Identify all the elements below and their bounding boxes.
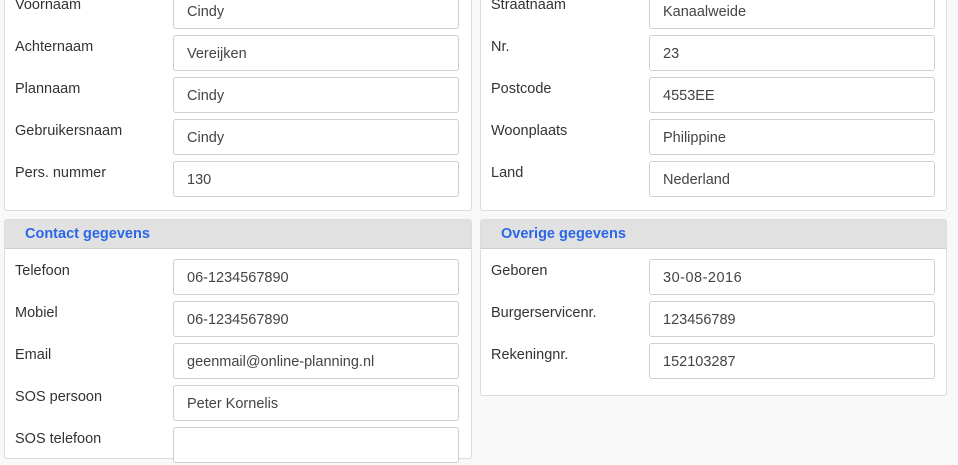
street-label: Straatnaam bbox=[491, 0, 566, 13]
contact-panel: Contact gegevens Telefoon 06-1234567890 … bbox=[4, 219, 472, 463]
other-panel: Overige gegevens Geboren 30-08-2016 Burg… bbox=[480, 219, 947, 396]
last-name-input[interactable]: Vereijken bbox=[173, 35, 459, 71]
username-label: Gebruikersnaam bbox=[15, 123, 123, 139]
sos-person-input[interactable]: Peter Kornelis bbox=[173, 385, 459, 421]
sos-phone-label: SOS telefoon bbox=[15, 431, 102, 447]
first-name-input[interactable]: Cindy bbox=[173, 0, 459, 29]
postcode-input[interactable]: 4553EE bbox=[649, 77, 935, 113]
last-name-label: Achternaam bbox=[15, 39, 94, 55]
bsn-input[interactable]: 123456789 bbox=[649, 301, 935, 337]
birth-date-label: Geboren bbox=[491, 263, 548, 279]
account-number-input[interactable]: 152103287 bbox=[649, 343, 935, 379]
personnel-number-input[interactable]: 130 bbox=[173, 161, 459, 197]
plan-name-input[interactable]: Cindy bbox=[173, 77, 459, 113]
street-input[interactable]: Kanaalweide bbox=[649, 0, 935, 29]
mobile-input[interactable]: 06-1234567890 bbox=[173, 301, 459, 337]
username-input[interactable]: Cindy bbox=[173, 119, 459, 155]
email-label: Email bbox=[15, 347, 52, 363]
city-input[interactable]: Philippine bbox=[649, 119, 935, 155]
country-label: Land bbox=[491, 165, 524, 181]
bsn-label: Burgerservicenr. bbox=[491, 305, 597, 321]
sos-phone-input[interactable] bbox=[173, 427, 459, 463]
postcode-label: Postcode bbox=[491, 81, 552, 97]
plan-name-label: Plannaam bbox=[15, 81, 81, 97]
personnel-number-label: Pers. nummer bbox=[15, 165, 107, 181]
first-name-label: Voornaam bbox=[15, 0, 82, 13]
account-number-label: Rekeningnr. bbox=[491, 347, 569, 363]
country-input[interactable]: Nederland bbox=[649, 161, 935, 197]
contact-panel-title: Contact gegevens bbox=[5, 220, 471, 249]
house-number-input[interactable]: 23 bbox=[649, 35, 935, 71]
city-label: Woonplaats bbox=[491, 123, 568, 139]
sos-person-label: SOS persoon bbox=[15, 389, 103, 405]
address-panel: Straatnaam Kanaalweide Nr. 23 Postcode 4… bbox=[480, 0, 947, 211]
email-input[interactable]: geenmail@online-planning.nl bbox=[173, 343, 459, 379]
phone-input[interactable]: 06-1234567890 bbox=[173, 259, 459, 295]
house-number-label: Nr. bbox=[491, 39, 510, 55]
personal-panel: Voornaam Cindy Achternaam Vereijken Plan… bbox=[4, 0, 472, 211]
birth-date-input[interactable]: 30-08-2016 bbox=[649, 259, 935, 295]
phone-label: Telefoon bbox=[15, 263, 70, 279]
other-panel-title: Overige gegevens bbox=[481, 220, 946, 249]
mobile-label: Mobiel bbox=[15, 305, 58, 321]
